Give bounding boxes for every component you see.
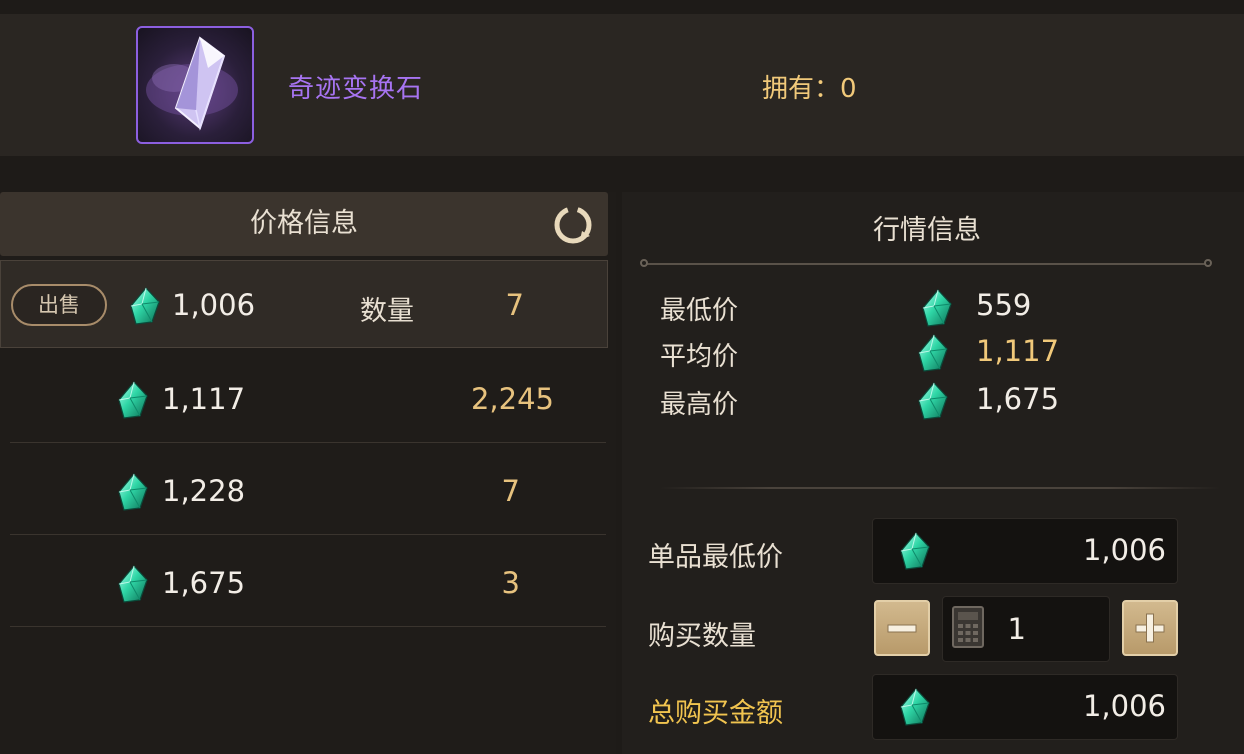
total-amount-value: 1,006	[1082, 689, 1166, 723]
row-quantity: 7	[505, 288, 524, 322]
plus-icon	[1135, 613, 1165, 643]
calculator-icon[interactable]	[952, 606, 984, 648]
owned-count: 拥有：0	[762, 74, 857, 104]
row-divider	[10, 442, 606, 443]
green-gem-icon	[916, 333, 950, 373]
item-name: 奇迹变换石	[288, 74, 424, 104]
decrease-quantity-button[interactable]	[874, 600, 930, 656]
divider-dot	[1204, 259, 1212, 267]
row-price[interactable]: 1,117	[162, 382, 245, 416]
row-price[interactable]: 1,228	[162, 474, 245, 508]
green-gem-icon	[898, 687, 932, 727]
item-icon-frame[interactable]	[136, 26, 254, 144]
total-amount-label: 总购买金额	[648, 698, 783, 729]
price-panel-title: 价格信息	[250, 208, 358, 239]
row-price[interactable]: 1,675	[162, 566, 245, 600]
row-price: 1,006	[172, 288, 256, 322]
section-divider	[660, 487, 1220, 489]
row-divider	[10, 534, 606, 535]
max-price-label: 最高价	[660, 390, 739, 420]
green-gem-icon	[916, 381, 950, 421]
divider-dot	[640, 259, 648, 267]
refresh-icon[interactable]	[552, 204, 594, 246]
minus-icon	[887, 624, 917, 633]
purchase-quantity-label: 购买数量	[648, 621, 756, 652]
price-panel-header: 价格信息	[0, 192, 608, 256]
green-gem-icon	[116, 472, 150, 512]
avg-price-value: 1,117	[976, 334, 1060, 368]
min-price-value: 559	[976, 288, 1032, 322]
market-panel-title: 行情信息	[873, 215, 981, 246]
row-quantity: 2,245	[470, 382, 554, 416]
green-gem-icon	[116, 564, 150, 604]
title-divider	[644, 263, 1210, 265]
green-gem-icon	[116, 380, 150, 420]
green-gem-icon	[128, 286, 162, 326]
increase-quantity-button[interactable]	[1122, 600, 1178, 656]
unit-min-price-label: 单品最低价	[648, 542, 783, 573]
sell-button[interactable]: 出售	[11, 284, 107, 326]
row-quantity: 3	[501, 566, 520, 600]
green-gem-icon	[898, 531, 932, 571]
row-divider	[10, 626, 606, 627]
unit-min-price-value: 1,006	[1082, 533, 1166, 567]
market-panel	[622, 192, 1244, 754]
green-gem-icon	[920, 288, 954, 328]
crystal-stone-icon	[146, 36, 238, 131]
row-quantity: 7	[501, 474, 520, 508]
quantity-value: 1	[1007, 612, 1026, 646]
max-price-value: 1,675	[976, 382, 1060, 416]
min-price-label: 最低价	[660, 296, 739, 326]
avg-price-label: 平均价	[660, 342, 739, 372]
